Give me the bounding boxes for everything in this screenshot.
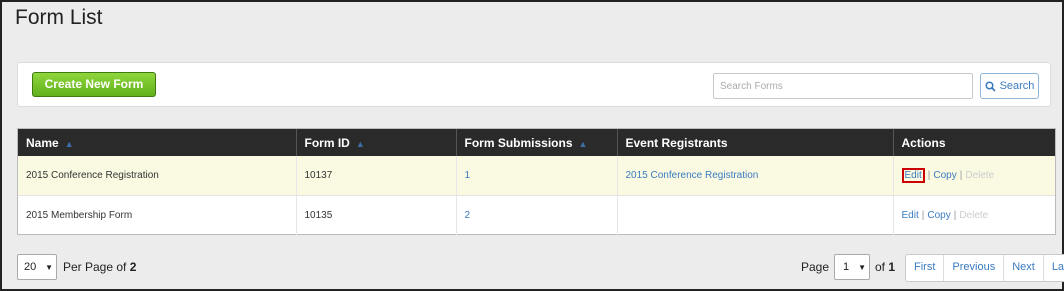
submissions-link[interactable]: 2 <box>465 210 471 221</box>
action-separator: | <box>959 170 963 181</box>
cell-actions: Edit | Copy | Delete <box>893 195 1055 235</box>
sort-icon[interactable]: ▲ <box>65 139 74 149</box>
cell-registrants: 2015 Conference Registration <box>617 156 894 196</box>
sort-icon[interactable]: ▲ <box>356 139 365 149</box>
page-label: Page <box>801 260 830 274</box>
cell-submissions: 2 <box>456 195 618 235</box>
delete-link: Delete <box>965 170 995 181</box>
cell-form-id: 10137 <box>296 156 457 196</box>
cell-name: 2015 Conference Registration <box>18 156 297 196</box>
per-page-select[interactable]: 20 ▼ <box>17 254 57 280</box>
search-button[interactable]: Search <box>980 73 1039 99</box>
caret-down-icon: ▼ <box>45 263 53 272</box>
cell-registrants <box>617 195 894 235</box>
submissions-link[interactable]: 1 <box>465 170 471 181</box>
per-page-label: Per Page of 2 <box>63 260 137 274</box>
edit-link[interactable]: Edit <box>902 210 919 221</box>
page-count: 1 <box>888 260 896 274</box>
column-header-actions: Actions <box>893 129 1055 156</box>
action-separator: | <box>953 210 957 221</box>
column-header-form-submissions[interactable]: Form Submissions ▲ <box>456 129 618 156</box>
last-page-button[interactable]: Last <box>1044 255 1064 281</box>
create-new-form-button[interactable]: Create New Form <box>32 72 156 97</box>
cell-submissions: 1 <box>456 156 618 196</box>
copy-link[interactable]: Copy <box>927 210 950 221</box>
sort-icon[interactable]: ▲ <box>579 139 588 149</box>
cell-name: 2015 Membership Form <box>18 195 297 235</box>
page-select[interactable]: 1 ▼ <box>834 254 870 280</box>
cell-form-id: 10135 <box>296 195 457 235</box>
pagination-bar: 20 ▼ Per Page of 2 Page 1 ▼ of 1 First P… <box>17 254 1064 282</box>
cell-actions: Edit | Copy | Delete <box>893 156 1055 196</box>
first-page-button[interactable]: First <box>906 255 945 281</box>
edit-link[interactable]: Edit <box>901 168 925 183</box>
page-title: Form List <box>15 6 103 29</box>
previous-page-button[interactable]: Previous <box>944 255 1005 281</box>
caret-down-icon: ▼ <box>858 263 866 272</box>
search-input[interactable] <box>713 73 973 99</box>
registrants-link[interactable]: 2015 Conference Registration <box>626 170 759 181</box>
table-row: 2015 Conference Registration 10137 1 201… <box>18 156 1055 196</box>
table-row: 2015 Membership Form 10135 2 Edit | Copy | D… <box>18 195 1055 235</box>
pager-buttons: First Previous Next Last <box>905 254 1064 282</box>
toolbar: Create New Form Search <box>17 62 1051 107</box>
copy-link[interactable]: Copy <box>933 170 956 181</box>
page-count-label: of 1 <box>875 260 896 274</box>
search-icon <box>985 80 996 92</box>
total-pages: 2 <box>129 260 137 274</box>
action-separator: | <box>927 170 931 181</box>
table-header-row: Name ▲ Form ID ▲ Form Submissions ▲ Event R… <box>18 129 1055 156</box>
column-header-event-registrants: Event Registrants <box>617 129 894 156</box>
delete-link: Delete <box>959 210 989 221</box>
column-header-form-id[interactable]: Form ID ▲ <box>296 129 457 156</box>
forms-table: Name ▲ Form ID ▲ Form Submissions ▲ Event R… <box>17 128 1056 235</box>
column-header-name[interactable]: Name ▲ <box>18 129 297 156</box>
next-page-button[interactable]: Next <box>1004 255 1044 281</box>
search-button-label: Search <box>999 80 1035 92</box>
action-separator: | <box>921 210 925 221</box>
